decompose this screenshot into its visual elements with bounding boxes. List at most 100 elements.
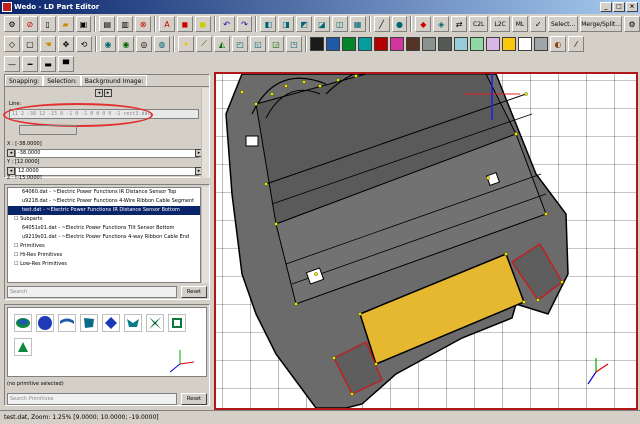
add-vertex-icon[interactable]: ✦ <box>178 36 194 52</box>
next-arrow-icon[interactable]: ▸ <box>104 89 112 97</box>
category-primitives[interactable]: ☐ Primitives <box>8 242 200 251</box>
color-swatch-gray[interactable] <box>422 37 436 51</box>
render-shaded-icon[interactable]: ◉ <box>100 36 116 52</box>
eyedropper-icon[interactable]: ⁄ <box>568 36 584 52</box>
tab-snapping[interactable]: Snapping: <box>5 75 44 86</box>
color-swatch-light-gray[interactable] <box>534 37 548 51</box>
select-button[interactable]: Select... <box>548 16 579 32</box>
primitive-thumb[interactable] <box>36 314 54 332</box>
sphere-icon[interactable]: ● <box>391 16 408 32</box>
print-icon[interactable]: ▥ <box>117 16 134 32</box>
color-swatch-yellow[interactable] <box>502 37 516 51</box>
primitive-thumb[interactable] <box>124 314 142 332</box>
x-field[interactable]: -38.0000 <box>15 149 199 158</box>
render-wire-icon[interactable]: ◎ <box>136 36 152 52</box>
color-swatch-red[interactable] <box>374 37 388 51</box>
line-fill-icon[interactable]: ▀ <box>58 56 74 72</box>
y-decrement[interactable]: ◂ <box>7 167 15 175</box>
list-item-selected[interactable]: test.dat - ~Electric Power Functions IR … <box>8 206 200 215</box>
line-thick-icon[interactable]: ▬ <box>40 56 56 72</box>
primitive-search-input[interactable]: Search Primitives <box>7 393 177 405</box>
view-top-icon[interactable]: ◫ <box>331 16 348 32</box>
move-icon[interactable]: ✥ <box>58 36 74 52</box>
primitive-thumb[interactable] <box>80 314 98 332</box>
add-triangle-icon[interactable]: ◭ <box>214 36 230 52</box>
check-icon[interactable]: ✓ <box>530 16 547 32</box>
color-swatch-lavender[interactable] <box>486 37 500 51</box>
color-swatch-white[interactable] <box>518 37 532 51</box>
tab-selection[interactable]: Selection: <box>43 75 81 86</box>
save-icon[interactable]: ▣ <box>75 16 92 32</box>
primitive-thumb[interactable] <box>168 314 186 332</box>
cube-icon[interactable]: ◈ <box>433 16 450 32</box>
maximize-button[interactable]: □ <box>613 2 625 12</box>
selection-scrollbar[interactable] <box>201 88 209 178</box>
undo-icon[interactable]: ↶ <box>218 16 235 32</box>
category-low-res[interactable]: ☐ Low-Res Primitives <box>8 260 200 269</box>
view-front-icon[interactable]: ◧ <box>260 16 277 32</box>
l2c-button[interactable]: L2C <box>490 16 510 32</box>
category-subparts[interactable]: ☐ Subparts <box>8 215 200 224</box>
line-tool-icon[interactable]: ╱ <box>373 16 390 32</box>
parts-reset-button[interactable]: Reset <box>181 286 207 298</box>
parts-scrollbar[interactable] <box>201 187 209 283</box>
close-button[interactable]: × <box>626 2 638 12</box>
primitive-thumb[interactable] <box>14 314 32 332</box>
add-comment-icon[interactable]: ◳ <box>286 36 302 52</box>
color-swatch-light-green[interactable] <box>470 37 484 51</box>
gear-icon[interactable]: ⚙ <box>4 16 20 32</box>
render-lit-icon[interactable]: ◉ <box>118 36 134 52</box>
x-decrement[interactable]: ◂ <box>7 149 15 157</box>
more-colors-icon[interactable]: ◐ <box>550 36 566 52</box>
color-swatch-light-blue[interactable] <box>454 37 468 51</box>
ml-button[interactable]: ML <box>511 16 529 32</box>
primitive-reset-button[interactable]: Reset <box>181 393 207 405</box>
category-hi-res[interactable]: ☐ Hi-Res Primitives <box>8 251 200 260</box>
primitive-thumb[interactable] <box>58 314 76 332</box>
add-cond-line-icon[interactable]: ◱ <box>250 36 266 52</box>
line-thin-icon[interactable]: — <box>4 56 20 72</box>
color-swatch-teal[interactable] <box>358 37 372 51</box>
delete-icon[interactable]: ⊗ <box>135 16 151 32</box>
merge-split-button[interactable]: Merge/Split... <box>580 16 623 32</box>
add-line-icon[interactable]: ⟋ <box>196 36 212 52</box>
prev-arrow-icon[interactable]: ◂ <box>95 89 103 97</box>
view-left-icon[interactable]: ◩ <box>296 16 312 32</box>
color-red-icon[interactable]: ◼ <box>176 16 193 32</box>
parts-list[interactable]: 64060.dat - ~Electric Power Functions IR… <box>7 187 201 283</box>
minimize-button[interactable]: _ <box>600 2 612 12</box>
settings-icon[interactable]: ⚙ <box>624 16 640 32</box>
add-quad-icon[interactable]: ◰ <box>232 36 248 52</box>
color-yellow-icon[interactable]: ◼ <box>194 16 211 32</box>
primitive-thumb[interactable] <box>102 314 120 332</box>
grid-icon[interactable]: ▢ <box>22 36 38 52</box>
3d-viewport[interactable] <box>214 72 638 410</box>
color-swatch-brown[interactable] <box>406 37 420 51</box>
list-item[interactable]: 64051s01.dat - ~Electric Power Functions… <box>8 224 200 233</box>
primitive-thumb[interactable] <box>146 314 164 332</box>
add-subfile-icon[interactable]: ◲ <box>268 36 284 52</box>
color-palette-icon[interactable]: ◆ <box>415 16 432 32</box>
parts-search-input[interactable]: Search <box>7 286 177 298</box>
primitive-thumb[interactable] <box>14 338 32 356</box>
color-swatch-dark-gray[interactable] <box>438 37 452 51</box>
mirror-icon[interactable]: ⇄ <box>451 16 467 32</box>
list-item[interactable]: u9218.dat - ~Electric Power Functions 4-… <box>8 197 200 206</box>
open-folder-icon[interactable]: ▰ <box>57 16 74 32</box>
snap-icon[interactable]: ◇ <box>4 36 20 52</box>
link-button[interactable] <box>19 125 77 135</box>
list-item[interactable]: u9219s01.dat - ~Electric Power Functions… <box>8 233 200 242</box>
view-back-icon[interactable]: ◨ <box>278 16 295 32</box>
save-as-icon[interactable]: ▤ <box>99 16 116 32</box>
tab-background-image[interactable]: Background Image: <box>80 75 148 86</box>
view-bottom-icon[interactable]: ▦ <box>349 16 366 32</box>
hand-icon[interactable]: ☚ <box>40 36 56 52</box>
color-swatch-green[interactable] <box>342 37 356 51</box>
y-field[interactable]: 12.0000 <box>15 167 199 176</box>
color-swatch-pink[interactable] <box>390 37 404 51</box>
c2l-button[interactable]: C2L <box>469 16 489 32</box>
text-icon[interactable]: A <box>159 16 175 32</box>
rotate-icon[interactable]: ⟲ <box>76 36 92 52</box>
reset-icon[interactable]: ⊘ <box>21 16 38 32</box>
list-item[interactable]: 64060.dat - ~Electric Power Functions IR… <box>8 188 200 197</box>
